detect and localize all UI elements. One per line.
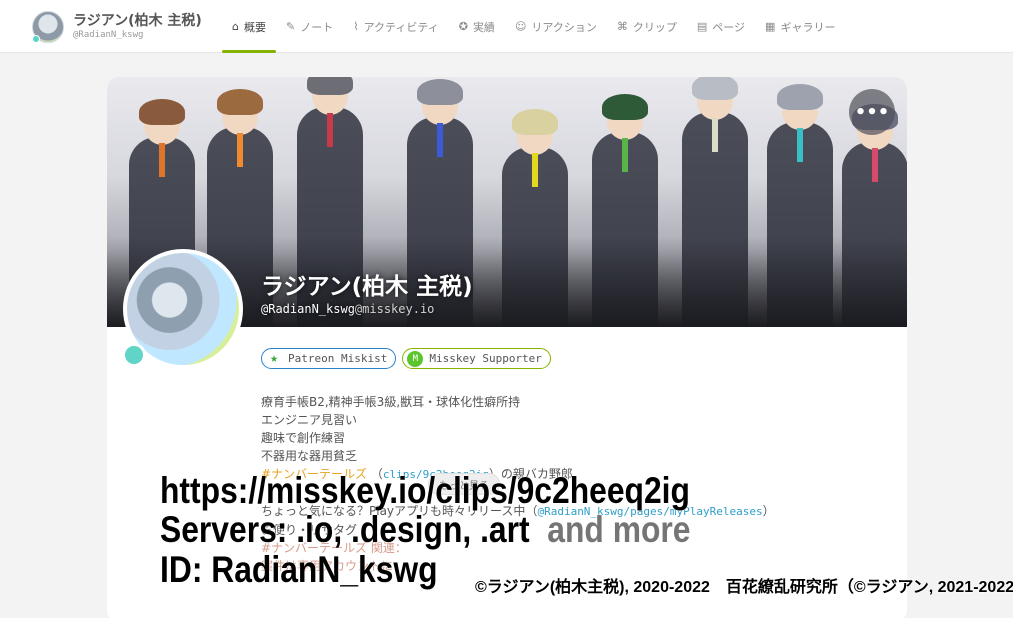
copyright-notice: ©ラジアン(柏木主税), 2020-2022 百花繚乱研究所（©ラジアン, 20…	[475, 579, 1013, 596]
tab-gallery[interactable]: ▦ ギャラリー	[755, 0, 845, 53]
tab-overview[interactable]: ⌂ 概要	[222, 0, 276, 53]
news-icon: ▤	[696, 20, 708, 33]
overlay-and-more: and more	[547, 509, 691, 550]
home-icon: ⌂	[232, 20, 239, 33]
profile-handle: @RadianN_kswg@misskey.io	[261, 302, 434, 316]
bio-line: 療育手帳B2,精神手帳3級,獣耳・球体化性癖所持	[261, 395, 521, 409]
paperclip-icon: ⌘	[616, 20, 628, 33]
header-user-name: ラジアン(柏木 主税)	[73, 13, 202, 29]
role-badges: ★ Patreon Miskist M Misskey Supporter	[261, 348, 551, 369]
tab-label: 概要	[243, 20, 266, 34]
overlay-user-id: ID: RadianN_kswg	[160, 549, 438, 590]
profile-display-name: ラジアン(柏木 主税)	[261, 274, 473, 300]
tab-reactions[interactable]: ☺ リアクション	[505, 0, 607, 53]
tab-achievements[interactable]: ✪ 実績	[449, 0, 505, 53]
role-badge-supporter[interactable]: M Misskey Supporter	[402, 348, 551, 369]
bio-line: 趣味で創作練習	[261, 431, 346, 445]
header-user-handle: @RadianN_kswg	[73, 30, 144, 40]
tab-label: ページ	[712, 20, 746, 34]
online-status-indicator	[122, 343, 146, 367]
overlay-servers: Servers: .io, .design, .art and more	[160, 509, 691, 551]
icons-grid-icon: ▦	[765, 20, 776, 33]
more-menu-button[interactable]: •••	[849, 89, 895, 135]
tab-notes[interactable]: ✎ ノート	[276, 0, 343, 53]
chart-line-icon: ⌇	[353, 20, 359, 33]
tab-label: クリップ	[632, 20, 677, 34]
more-dots-icon: •••	[854, 101, 890, 123]
top-header: ラジアン(柏木 主税) @RadianN_kswg ⌂ 概要 ✎ ノート ⌇ ア…	[0, 0, 1013, 53]
role-label: Misskey Supporter	[429, 352, 542, 365]
online-indicator	[32, 35, 40, 43]
profile-username: @RadianN_kswg	[261, 302, 355, 316]
role-label: Patreon Miskist	[288, 352, 388, 365]
profile-tabs: ⌂ 概要 ✎ ノート ⌇ アクティビティ ✪ 実績 ☺ リアクション ⌘ クリッ…	[222, 0, 845, 53]
tab-pages[interactable]: ▤ ページ	[687, 0, 755, 53]
tab-label: アクティビティ	[363, 20, 439, 34]
tab-label: リアクション	[531, 20, 597, 34]
role-badge-patreon[interactable]: ★ Patreon Miskist	[261, 348, 397, 369]
star-icon: ★	[270, 351, 278, 366]
bio-line: エンジニア見習い	[261, 413, 358, 427]
profile-host: @misskey.io	[354, 302, 435, 316]
bio-line: 不器用な器用貧乏	[261, 449, 358, 463]
overlay-servers-list: Servers: .io, .design, .art	[160, 509, 530, 550]
mood-happy-icon: ☺	[514, 20, 527, 33]
tab-clips[interactable]: ⌘ クリップ	[607, 0, 687, 53]
tab-label: 実績	[472, 20, 495, 34]
misskey-logo-icon: M	[407, 350, 424, 367]
tab-label: ギャラリー	[780, 20, 836, 34]
medal-icon: ✪	[458, 20, 468, 33]
tab-label: ノート	[300, 20, 334, 34]
overlay-clip-url: https://misskey.io/clips/9c2heeq2ig	[160, 470, 690, 511]
tab-activity[interactable]: ⌇ アクティビティ	[343, 0, 449, 53]
pencil-icon: ✎	[285, 20, 296, 33]
